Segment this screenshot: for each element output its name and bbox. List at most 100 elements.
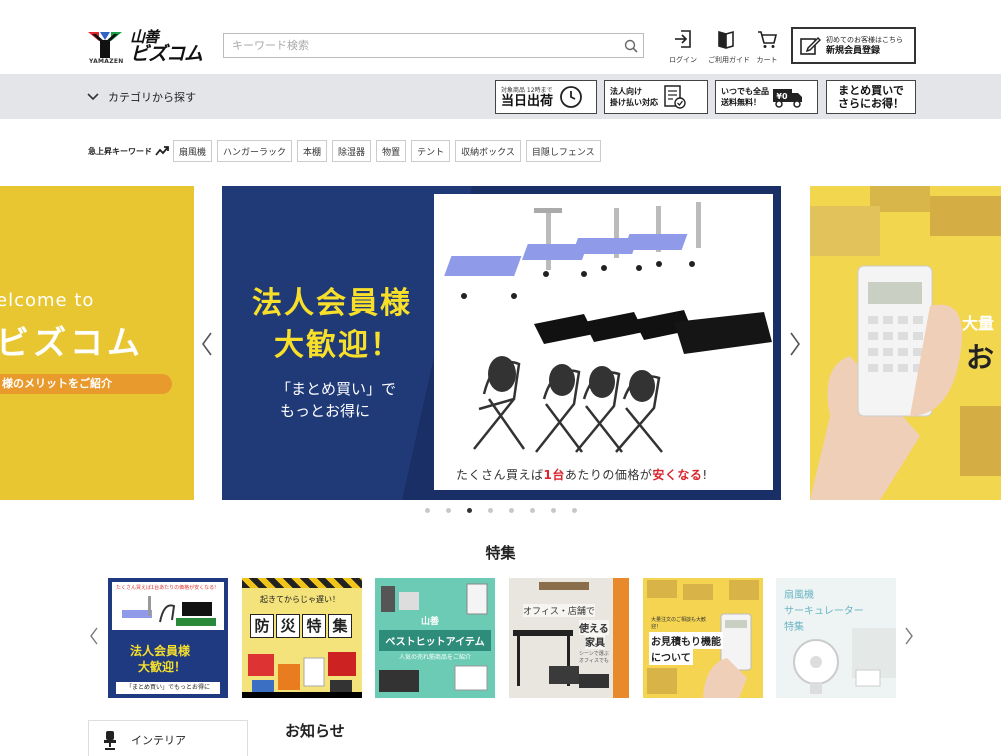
feature-title: 使える: [579, 620, 609, 635]
feature-card-fans[interactable]: 扇風機 サーキュレーター 特集: [776, 578, 896, 698]
trending-label: 急上昇キーワード: [88, 145, 169, 157]
feature-card-best-hits[interactable]: 山善 ベストヒットアイテム 人気の売れ筋商品をご紹介: [375, 578, 495, 698]
carousel-dot[interactable]: [446, 508, 451, 513]
slide-title: ビズコム: [0, 323, 144, 362]
feature-card-quote[interactable]: 大量注文のご相談も大歓迎！ お見積もり機能 について: [643, 578, 763, 698]
feature-subtitle: 「まとめ買い」でもっとお得に: [116, 682, 220, 694]
chair-icon: [104, 731, 116, 750]
keyword-tag[interactable]: 本棚: [297, 140, 328, 162]
category-menu-label: カテゴリから探す: [108, 91, 196, 104]
product-image: [434, 194, 773, 490]
keyword-tag[interactable]: 扇風機: [173, 140, 213, 162]
guide-link[interactable]: ご利用ガイド: [708, 28, 750, 66]
slide-ribbon: 様のメリットをご紹介: [0, 374, 172, 394]
feature-title: 家具: [585, 634, 605, 649]
chevron-down-icon: [87, 93, 99, 101]
category-menu-button[interactable]: カテゴリから探す: [86, 89, 196, 105]
feature-title-char: 防: [250, 614, 274, 638]
promo-title: 当日出荷: [501, 94, 554, 109]
login-link[interactable]: ログイン: [665, 28, 701, 66]
truck-icon: ¥0: [773, 89, 802, 108]
clock-icon: [560, 86, 582, 108]
site-header: 山善 ビズコム YAMAZEN ログイン ご利用ガイド: [0, 0, 1001, 74]
slide-subtitle: 「まとめ買い」で: [276, 380, 397, 398]
promo-title: まとめ買いで: [838, 84, 904, 97]
carousel-slide-prev[interactable]: elcome to ビズコム 様のメリットをご紹介: [0, 186, 194, 500]
slide-subtitle: もっとお得に: [280, 402, 371, 420]
cart-label: カート: [756, 56, 778, 64]
keyword-tag[interactable]: 物置: [376, 140, 407, 162]
feature-note: たくさん買えば1台あたりの価格が安くなる!: [116, 585, 217, 591]
feature-title: サーキュレーター: [784, 606, 864, 617]
feature-subtitle: シーンで選ぶ オフィスでも: [579, 651, 609, 664]
carousel-dots: [425, 508, 593, 513]
carousel-dot[interactable]: [551, 508, 556, 513]
feature-subtitle: 人気の売れ筋商品をご紹介: [398, 654, 471, 661]
search-input[interactable]: [224, 34, 614, 57]
logo-wordmark: 山善 ビズコム: [130, 28, 203, 65]
promo-same-day-shipping[interactable]: 対象商品 12時まで 当日出荷: [495, 80, 597, 114]
login-icon: [675, 30, 691, 48]
site-logo[interactable]: 山善 ビズコム YAMAZEN: [88, 28, 208, 66]
carousel-dot[interactable]: [572, 508, 577, 513]
feature-card-disaster-prevention[interactable]: 起きてからじゃ遅い！ 防 災 特 集: [242, 578, 362, 698]
promo-free-shipping[interactable]: いつでも全品 送料無料！ ¥0: [715, 80, 818, 114]
search-box: [223, 33, 644, 58]
feature-card-office-furniture[interactable]: オフィス・店舗で 使える 家具 シーンで選ぶ オフィスでも: [509, 578, 629, 698]
feature-title: オフィス・店舗で: [523, 604, 595, 617]
invoice-icon: [664, 85, 686, 109]
search-icon[interactable]: [623, 38, 639, 54]
carousel-dot[interactable]: [509, 508, 514, 513]
register-button[interactable]: 初めてのお客様はこちら 新規会員登録: [791, 27, 916, 64]
sidebar-item-label: インテリア: [131, 734, 186, 747]
carousel-dot[interactable]: [467, 508, 472, 513]
slide-title: 大量: [962, 314, 995, 333]
feature-title: 大歓迎！: [138, 660, 187, 674]
features-prev-arrow-icon[interactable]: [87, 622, 101, 650]
slide-title: お: [966, 341, 995, 374]
feature-title: 扇風機: [784, 590, 814, 601]
promo-invoice-payment[interactable]: 法人向け 掛け払い対応: [604, 80, 708, 114]
keyword-tag[interactable]: テント: [411, 140, 451, 162]
feature-title: について: [649, 648, 693, 665]
carousel-dot[interactable]: [530, 508, 535, 513]
carousel-slide-next[interactable]: 大量 お: [810, 186, 1001, 500]
keyword-tag[interactable]: ハンガーラック: [217, 140, 293, 162]
feature-title-char: 特: [302, 614, 326, 638]
keyword-tag[interactable]: 目隠しフェンス: [525, 140, 601, 162]
promo-note: 法人向け: [610, 87, 642, 96]
feature-card-corporate[interactable]: たくさん買えば1台あたりの価格が安くなる! 法人会員様 大歓迎！ 「まとめ買い」…: [108, 578, 228, 698]
keyword-tag[interactable]: 除湿器: [332, 140, 372, 162]
feature-title: 特集: [784, 622, 804, 633]
cart-link[interactable]: カート: [749, 28, 785, 66]
carousel-slide-active[interactable]: 法人会員様 大歓迎！ 「まとめ買い」で もっとお得に たくさん買えば1台あたりの…: [222, 186, 781, 500]
features-next-arrow-icon[interactable]: [902, 622, 916, 650]
book-icon: [718, 30, 734, 49]
feature-products-image: [122, 596, 216, 626]
carousel-prev-arrow-icon[interactable]: [200, 330, 214, 358]
carousel-dot[interactable]: [488, 508, 493, 513]
slide-caption: たくさん買えば1台あたりの価格が安くなる!: [456, 468, 708, 482]
promo-title: さらにお得！: [838, 97, 904, 110]
edit-icon: [800, 36, 821, 55]
logo-subtitle: YAMAZEN: [89, 58, 124, 65]
slide-title: 法人会員様: [252, 286, 412, 321]
news-title: お知らせ: [285, 722, 345, 740]
nav-bar: カテゴリから探す 対象商品 12時まで 当日出荷 法人向け 掛け払い対応 いつで…: [0, 74, 1001, 119]
trending-keywords: 急上昇キーワード 扇風機 ハンガーラック 本棚 除湿器 物置 テント 収納ボック…: [88, 140, 606, 162]
feature-title-char: 災: [276, 614, 300, 638]
free-badge: ¥0: [776, 92, 788, 101]
promo-title: 送料無料！: [721, 98, 761, 107]
emergency-goods-image: [242, 652, 362, 698]
sidebar-item-interior[interactable]: インテリア: [88, 720, 248, 756]
feature-title: ベストヒットアイテム: [379, 630, 491, 651]
feature-brand: 山善: [421, 617, 440, 627]
promo-title: 掛け払い対応: [610, 98, 658, 107]
promo-note: 対象商品 12時まで: [501, 87, 553, 94]
promo-bulk-discount[interactable]: まとめ買いで さらにお得！: [826, 80, 916, 114]
slide-text: elcome to: [0, 290, 95, 311]
register-note: 初めてのお客様はこちら: [826, 35, 903, 44]
keyword-tag[interactable]: 収納ボックス: [455, 140, 521, 162]
carousel-dot[interactable]: [425, 508, 430, 513]
carousel-next-arrow-icon[interactable]: [788, 330, 802, 358]
